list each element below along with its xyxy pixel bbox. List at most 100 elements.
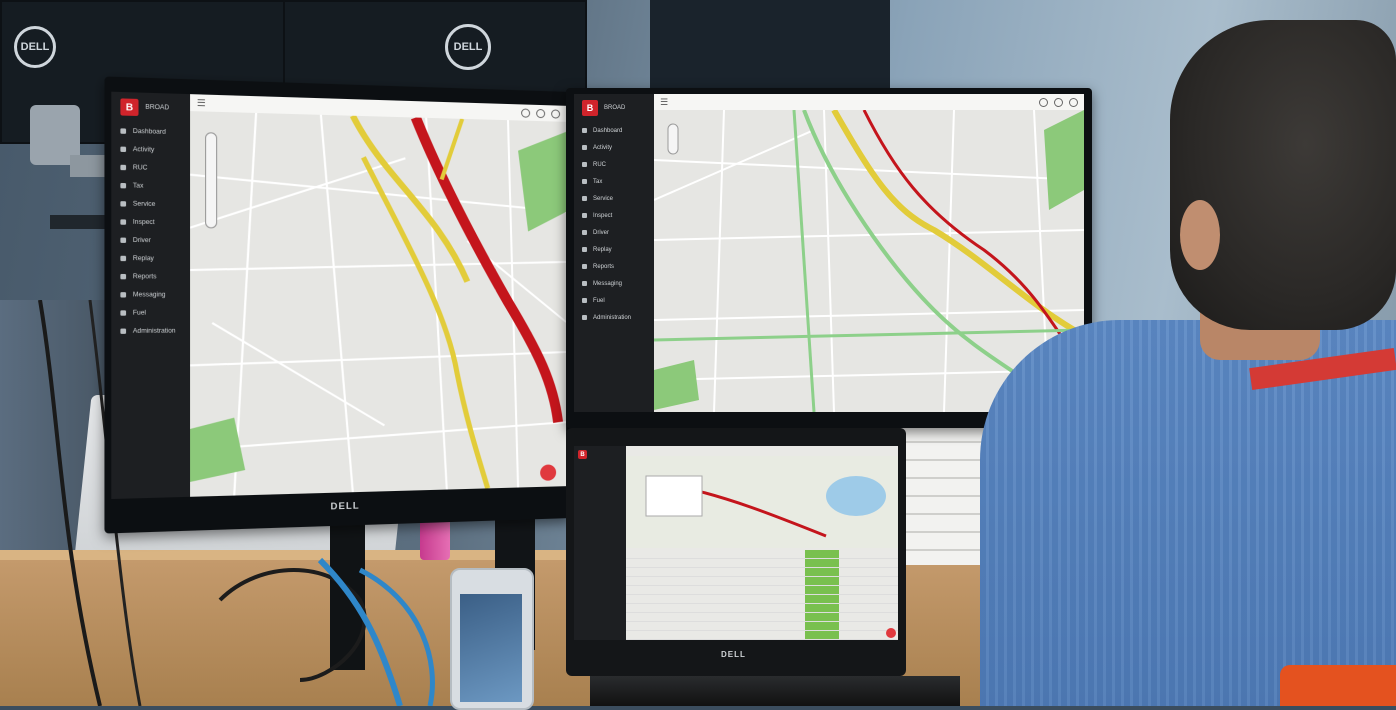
- chat-icon[interactable]: [1039, 97, 1048, 107]
- sidebar-item-label: Service: [132, 200, 156, 208]
- table-row[interactable]: [626, 621, 898, 631]
- sidebar-header: B BROAD: [574, 94, 654, 122]
- top-bar-icons: [521, 107, 566, 119]
- sidebar-item-driver[interactable]: Driver: [574, 224, 654, 241]
- table-row[interactable]: [626, 558, 898, 568]
- service-icon: [120, 201, 127, 207]
- power-icon[interactable]: [1054, 97, 1063, 107]
- sidebar-item-label: Replay: [132, 255, 154, 262]
- sidebar-item-activity[interactable]: Activity: [111, 140, 190, 160]
- sidebar-item-dashboard[interactable]: Dashboard: [111, 122, 190, 142]
- orange-chair: [1280, 665, 1396, 706]
- settings-icon[interactable]: [1069, 97, 1078, 107]
- sidebar-item-label: Replay: [593, 246, 612, 253]
- map-zoom-control[interactable]: [206, 133, 217, 228]
- sidebar-item-fuel[interactable]: Fuel: [111, 304, 190, 322]
- sidebar-item-tax[interactable]: Tax: [111, 176, 190, 195]
- sidebar-item-messaging[interactable]: Messaging: [111, 286, 190, 304]
- app-name: BROAD: [145, 104, 170, 112]
- top-bar: ☰: [654, 94, 1084, 111]
- sidebar-item-label: Inspect: [593, 212, 613, 219]
- sidebar-item-activity[interactable]: Activity: [574, 139, 654, 156]
- table-row[interactable]: [626, 585, 898, 595]
- top-bar-icons: [1039, 97, 1084, 107]
- app-logo: B: [582, 100, 598, 116]
- sidebar-item-reports[interactable]: Reports: [111, 267, 190, 285]
- fab-map-pin-icon[interactable]: [886, 628, 896, 638]
- sidebar: B BROAD Dashboard Activity RUC Tax Servi…: [574, 94, 654, 412]
- table-row[interactable]: [626, 550, 898, 559]
- ruc-icon: [120, 164, 127, 171]
- sidebar: B BROAD Dashboard Activity RUC Tax Servi…: [111, 91, 191, 500]
- sidebar-item-label: Fuel: [132, 309, 147, 317]
- sidebar-item-label: RUC: [593, 161, 606, 168]
- table-row[interactable]: [626, 567, 898, 577]
- laptop-map[interactable]: [626, 456, 898, 548]
- replay-icon: [582, 247, 587, 252]
- administration-icon: [120, 328, 127, 334]
- phone-screen: [460, 594, 522, 702]
- traffic-map[interactable]: [190, 111, 567, 497]
- sidebar-header: B BROAD: [111, 92, 190, 124]
- vehicle-table: [626, 550, 898, 640]
- hamburger-icon[interactable]: ☰: [190, 97, 206, 109]
- sidebar-item-reports[interactable]: Reports: [574, 258, 654, 275]
- table-row[interactable]: [626, 594, 898, 604]
- table-row[interactable]: [626, 576, 898, 586]
- phone: [450, 568, 534, 710]
- sidebar-item-ruc[interactable]: RUC: [574, 156, 654, 173]
- sidebar-item-label: Messaging: [593, 280, 623, 287]
- laptop-screen: B: [574, 446, 898, 640]
- sidebar-item-service[interactable]: Service: [574, 190, 654, 207]
- messaging-icon: [582, 281, 587, 286]
- sidebar-item-service[interactable]: Service: [111, 195, 190, 214]
- sidebar-item-label: Messaging: [132, 291, 166, 299]
- sidebar-item-ruc[interactable]: RUC: [111, 158, 190, 178]
- activity-icon: [582, 145, 587, 150]
- sidebar-item-inspect[interactable]: Inspect: [574, 207, 654, 224]
- sidebar-item-driver[interactable]: Driver: [111, 231, 190, 250]
- table-row[interactable]: [626, 630, 898, 640]
- sidebar-item-label: Reports: [593, 263, 615, 270]
- chat-icon[interactable]: [521, 107, 531, 118]
- sidebar-item-label: Administration: [132, 327, 176, 335]
- service-icon: [582, 196, 587, 201]
- sidebar-item-dashboard[interactable]: Dashboard: [574, 122, 654, 139]
- sidebar-item-fuel[interactable]: Fuel: [574, 292, 654, 309]
- sidebar-item-label: Fuel: [593, 297, 605, 304]
- sidebar-item-inspect[interactable]: Inspect: [111, 213, 190, 232]
- inspect-icon: [120, 219, 127, 225]
- sidebar-item-tax[interactable]: Tax: [574, 173, 654, 190]
- sidebar-item-administration[interactable]: Administration: [574, 309, 654, 326]
- inspect-icon: [582, 213, 587, 218]
- monitor-brand: DELL: [330, 500, 360, 512]
- reports-icon: [120, 273, 127, 280]
- tax-icon: [120, 182, 127, 189]
- left-screen: B BROAD Dashboard Activity RUC Tax Servi…: [111, 91, 567, 500]
- activity-icon: [120, 146, 127, 153]
- settings-icon[interactable]: [551, 108, 561, 119]
- table-row[interactable]: [626, 612, 898, 622]
- dell-logo: DELL: [445, 24, 491, 70]
- sidebar-item-label: Activity: [132, 146, 155, 154]
- sidebar: B: [574, 446, 626, 640]
- power-icon[interactable]: [536, 108, 546, 118]
- ruc-icon: [582, 162, 587, 167]
- sidebar-item-replay[interactable]: Replay: [574, 241, 654, 258]
- sidebar-item-replay[interactable]: Replay: [111, 249, 190, 268]
- app-logo: B: [120, 98, 139, 117]
- sidebar-item-label: Administration: [593, 314, 632, 321]
- reports-icon: [582, 264, 587, 269]
- sidebar-item-messaging[interactable]: Messaging: [574, 275, 654, 292]
- sidebar-item-administration[interactable]: Administration: [111, 322, 190, 340]
- sidebar-item-label: Driver: [593, 229, 609, 236]
- left-monitor: B BROAD Dashboard Activity RUC Tax Servi…: [104, 76, 572, 534]
- hamburger-icon[interactable]: ☰: [654, 97, 668, 108]
- dashboard-icon: [120, 128, 127, 134]
- table-row[interactable]: [626, 603, 898, 613]
- sidebar-item-label: Service: [593, 195, 614, 202]
- sidebar-item-label: RUC: [132, 164, 148, 172]
- map-info-popup[interactable]: [645, 475, 703, 517]
- map-zoom-control[interactable]: [667, 123, 679, 155]
- background-monitor-right: [650, 0, 890, 90]
